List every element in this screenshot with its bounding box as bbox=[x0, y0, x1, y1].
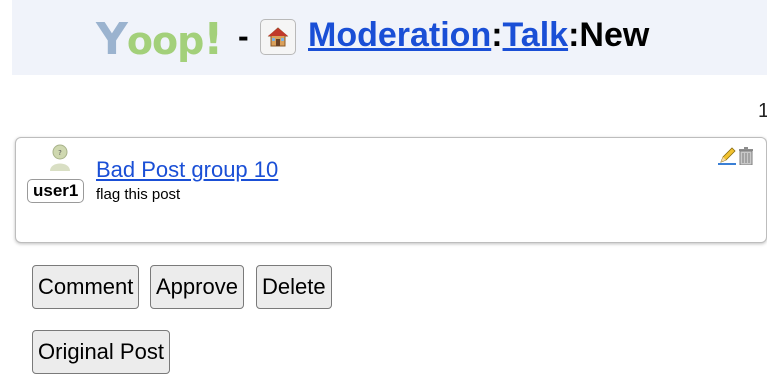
username-badge[interactable]: user1 bbox=[27, 179, 85, 203]
yoop-logo[interactable]: Yoop! bbox=[96, 14, 223, 62]
post-body: flag this post bbox=[96, 186, 181, 203]
avatar[interactable]: ? bbox=[48, 143, 72, 171]
edit-icon[interactable] bbox=[718, 147, 736, 165]
post-card: ? user1 Bad Post group 10 flag this post bbox=[15, 137, 767, 243]
original-post-button[interactable]: Original Post bbox=[32, 330, 170, 374]
breadcrumb-moderation[interactable]: Moderation bbox=[308, 16, 491, 54]
site-header: Yoop! - Moderation:Talk:New bbox=[12, 0, 767, 75]
breadcrumb-talk[interactable]: Talk bbox=[503, 16, 569, 54]
delete-button[interactable]: Delete bbox=[256, 265, 332, 309]
title-separator: - bbox=[238, 18, 249, 54]
comment-button[interactable]: Comment bbox=[32, 265, 140, 309]
trash-icon[interactable] bbox=[738, 147, 754, 165]
breadcrumb-current: New bbox=[579, 16, 650, 54]
post-title-link[interactable]: Bad Post group 10 bbox=[96, 157, 278, 183]
breadcrumb: Moderation:Talk:New bbox=[308, 16, 650, 54]
home-icon bbox=[267, 27, 289, 47]
page-indicator: 1 bbox=[758, 100, 767, 122]
approve-button[interactable]: Approve bbox=[150, 265, 244, 309]
svg-text:?: ? bbox=[58, 149, 62, 157]
home-button[interactable] bbox=[260, 19, 296, 55]
